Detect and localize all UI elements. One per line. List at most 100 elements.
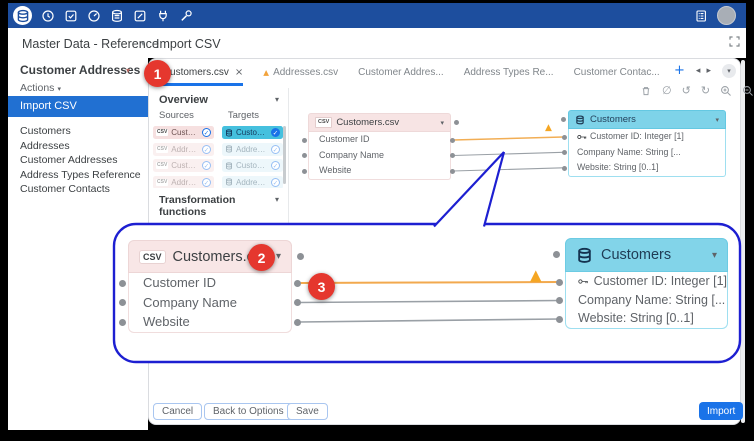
port[interactable] [450,138,455,143]
port[interactable] [553,251,560,258]
source-node-small[interactable]: CSV Customers.csv ▾ Customer ID Company … [308,113,451,180]
target-chip-customer-addresses[interactable]: Customer ...✓ [222,159,283,172]
field-row[interactable]: Company Name: String [... [566,291,727,310]
source-node-header[interactable]: CSV Customers.csv ▾ [308,113,451,132]
form-edit-icon[interactable] [133,9,147,23]
clock-icon[interactable] [41,9,55,23]
sidebar-item-customer-addresses[interactable]: Customer Addresses [8,153,148,168]
port[interactable] [454,120,459,125]
prev-tab-icon[interactable]: ◂ [696,66,701,76]
close-tab-icon[interactable]: × [235,67,243,78]
sidebar-item-addresses[interactable]: Addresses [8,139,148,154]
port[interactable] [562,150,567,155]
field-row[interactable]: Customer ID [309,132,450,148]
sidebar-item-customers[interactable]: Customers [8,124,148,139]
port[interactable] [119,280,126,287]
sidebar-item-customer-contacts[interactable]: Customer Contacts [8,182,148,197]
target-node-header[interactable]: Customers ▾ [568,110,726,129]
port[interactable] [294,318,301,326]
functions-select[interactable]: All functions ▾ [158,224,280,241]
node-caret-icon[interactable]: ▾ [715,116,719,124]
port[interactable] [294,280,301,287]
target-chip-address-types[interactable]: Address T...✓ [222,175,283,189]
workspace-caret-icon[interactable]: ▾ [141,39,145,48]
sidebar-entity-title[interactable]: Customer Addresses [20,63,140,77]
source-chip-customers[interactable]: CSVCustomer...✓ [153,126,214,139]
port[interactable] [119,318,126,326]
target-chip-customers[interactable]: Customers✓ [222,126,283,139]
port[interactable] [556,297,563,304]
actions-menu[interactable]: Actions ▾ [20,82,61,94]
field-row[interactable]: Company Name [309,148,450,164]
add-tab-icon[interactable]: + [674,63,685,78]
field-row[interactable]: Company Name [129,293,291,313]
workspace-title[interactable]: Master Data - Reference [22,37,159,51]
task-check-icon[interactable] [64,9,78,23]
gauge-icon[interactable] [87,9,101,23]
port[interactable] [556,315,563,323]
port[interactable] [562,134,567,140]
field-row[interactable]: Customer ID: Integer [1] [569,129,725,145]
unlink-icon[interactable]: ∅ [662,84,672,97]
field-row[interactable]: Customer ID: Integer [1] [566,272,727,291]
tab-customer-addresses[interactable]: Customer Addres... [358,58,444,86]
redo-icon[interactable]: ↻ [701,84,710,97]
tab-address-types[interactable]: Address Types Re... [464,58,554,86]
collapse-caret-icon[interactable]: ▾ [275,195,279,204]
port[interactable] [302,153,307,158]
field-row[interactable]: Website [309,163,450,179]
data-editor-icon[interactable] [110,9,124,23]
tab-customer-contacts[interactable]: Customer Contac... [574,58,660,86]
notebook-icon[interactable] [694,9,708,23]
field-row[interactable]: Website: String [0..1] [566,309,727,328]
tab-addresses-csv[interactable]: ▲ Addresses.csv [263,58,338,86]
source-chip-addresses[interactable]: CSVAddresses...✓ [153,142,214,156]
port[interactable] [302,168,307,174]
next-tab-icon[interactable]: ▸ [706,66,711,76]
node-caret-icon[interactable]: ▾ [712,250,717,261]
node-caret-icon[interactable]: ▾ [440,119,444,127]
target-node-header[interactable]: Customers ▾ [565,238,728,272]
target-chip-addresses[interactable]: Addresses✓ [222,142,283,156]
trash-icon[interactable] [640,85,652,97]
port[interactable] [561,117,566,122]
overview-header[interactable]: Overview ▾ [149,88,288,110]
collapse-caret-icon[interactable]: ▾ [275,95,279,104]
panel-scrollbar[interactable] [282,126,286,184]
port[interactable] [556,278,563,286]
zoom-out-icon[interactable] [742,85,754,97]
transformation-header[interactable]: Transformation functions ▾ [149,188,288,222]
data-module-button[interactable] [13,6,32,25]
port[interactable] [297,253,304,260]
source-chip-address-types[interactable]: CSVAddress T...✓ [153,175,214,189]
target-node-large[interactable]: Customers ▾ Customer ID: Integer [1] Com… [565,238,728,329]
save-button[interactable]: Save [287,403,328,420]
target-node-small[interactable]: Customers ▾ Customer ID: Integer [1] Com… [568,110,726,177]
undo-icon[interactable]: ↺ [682,84,691,97]
entity-caret-icon[interactable]: ▾ [126,66,130,75]
port[interactable] [562,165,567,171]
field-row[interactable]: Website: String [0..1] [569,160,725,176]
sidebar-item-address-types-reference[interactable]: Address Types Reference [8,168,148,183]
cancel-button[interactable]: Cancel [153,403,203,420]
port[interactable] [294,299,301,306]
vertical-scrollbar[interactable] [741,60,745,423]
port[interactable] [119,299,126,306]
zoom-in-icon[interactable] [720,85,732,97]
port[interactable] [450,168,455,174]
port[interactable] [302,138,307,143]
wrench-icon[interactable] [179,9,193,23]
tab-menu-icon[interactable]: ▾ [721,63,736,78]
sidebar-item-import-csv[interactable]: Import CSV [8,96,148,117]
back-to-options-button[interactable]: Back to Options [204,403,293,420]
port[interactable] [450,153,455,158]
import-button[interactable]: Import [699,402,744,420]
node-caret-icon[interactable]: ▾ [276,251,281,262]
field-row[interactable]: Customer ID [129,273,291,293]
user-avatar[interactable] [717,6,736,25]
source-chip-customer-addresses[interactable]: CSVCustomer ...✓ [153,159,214,172]
field-row[interactable]: Website [129,312,291,332]
fullscreen-icon[interactable] [729,36,740,47]
plug-icon[interactable] [156,9,170,23]
field-row[interactable]: Company Name: String [... [569,145,725,161]
